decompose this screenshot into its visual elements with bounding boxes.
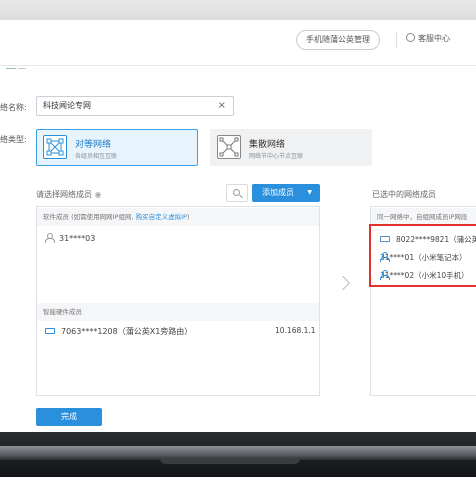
done-button[interactable]: 完成: [36, 408, 102, 426]
help-center-link[interactable]: 客服中心: [406, 33, 450, 44]
network-type-label: 络类型:: [0, 135, 27, 144]
buy-virtual-ip-link[interactable]: 购买自定义虚拟IP: [136, 213, 187, 221]
clear-icon[interactable]: ×: [218, 97, 226, 115]
network-name-value: 科技闻论专网: [43, 101, 91, 110]
member-search-button[interactable]: [226, 184, 248, 202]
software-hint: (如需使用网网IP组网,: [71, 213, 134, 221]
user-icon: [45, 233, 55, 243]
hardware-header-label: 智能硬件成员: [43, 308, 82, 316]
laptop-notch: [160, 458, 300, 464]
list-item[interactable]: 31****03: [45, 233, 95, 243]
software-header-label: 软件成员: [43, 213, 69, 221]
member-picker-title-text: 请选择网络成员: [36, 190, 92, 199]
type-desc-peer: 各组员相互互联: [75, 153, 118, 160]
header-divider: [396, 32, 397, 48]
help-label: 客服中心: [418, 34, 450, 43]
router-icon: [45, 328, 55, 334]
laptop-bezel: [0, 0, 476, 20]
hub-network-icon: [217, 135, 241, 159]
list-item[interactable]: 7063****1208（蒲公英X1旁路由）: [45, 326, 192, 337]
add-member-button[interactable]: 添加成员 ▼: [252, 184, 320, 202]
add-member-label: 添加成员: [262, 188, 294, 197]
software-hint-close: ): [186, 213, 190, 221]
member-picker-panel: 软件成员 (如需使用网网IP组网, 购买自定义虚拟IP) 31****03 智能…: [36, 206, 320, 396]
grid-network-icon: [43, 135, 67, 159]
logo-fragment-2: [18, 68, 26, 69]
logo-fragment: [6, 68, 16, 69]
member-ip: 10.168.1.1: [275, 326, 316, 335]
highlight-box: [369, 224, 476, 287]
member-name: 7063****1208（蒲公英X1旁路由）: [61, 327, 193, 336]
member-name: 31****03: [59, 234, 96, 243]
network-name-label: 络名称:: [0, 103, 27, 112]
headset-icon: [406, 33, 415, 42]
selected-members-title: 已选中的网络成员: [372, 190, 436, 199]
type-title-peer: 对等网络: [75, 140, 112, 150]
hardware-members-header: 智能硬件成员: [37, 303, 319, 321]
software-members-header: 软件成员 (如需使用网网IP组网, 购买自定义虚拟IP): [37, 208, 319, 226]
eye-icon: ◉: [94, 190, 102, 199]
type-desc-hub: 网络节中心节点互联: [249, 153, 304, 160]
type-title-hub: 集散网络: [249, 140, 286, 150]
chevron-down-icon: ▼: [307, 189, 312, 196]
top-header: 手机随蒲公英管理 客服中心: [0, 20, 476, 69]
member-picker-title: 请选择网络成员 ◉: [36, 189, 102, 200]
manage-button[interactable]: 手机随蒲公英管理: [296, 30, 380, 50]
type-card-hub[interactable]: 集散网络 网络节中心节点互联: [210, 129, 372, 166]
network-name-input[interactable]: 科技闻论专网 ×: [36, 96, 234, 116]
type-card-peer[interactable]: 对等网络 各组员相互互联: [36, 129, 198, 166]
search-icon-handle: [239, 194, 243, 199]
